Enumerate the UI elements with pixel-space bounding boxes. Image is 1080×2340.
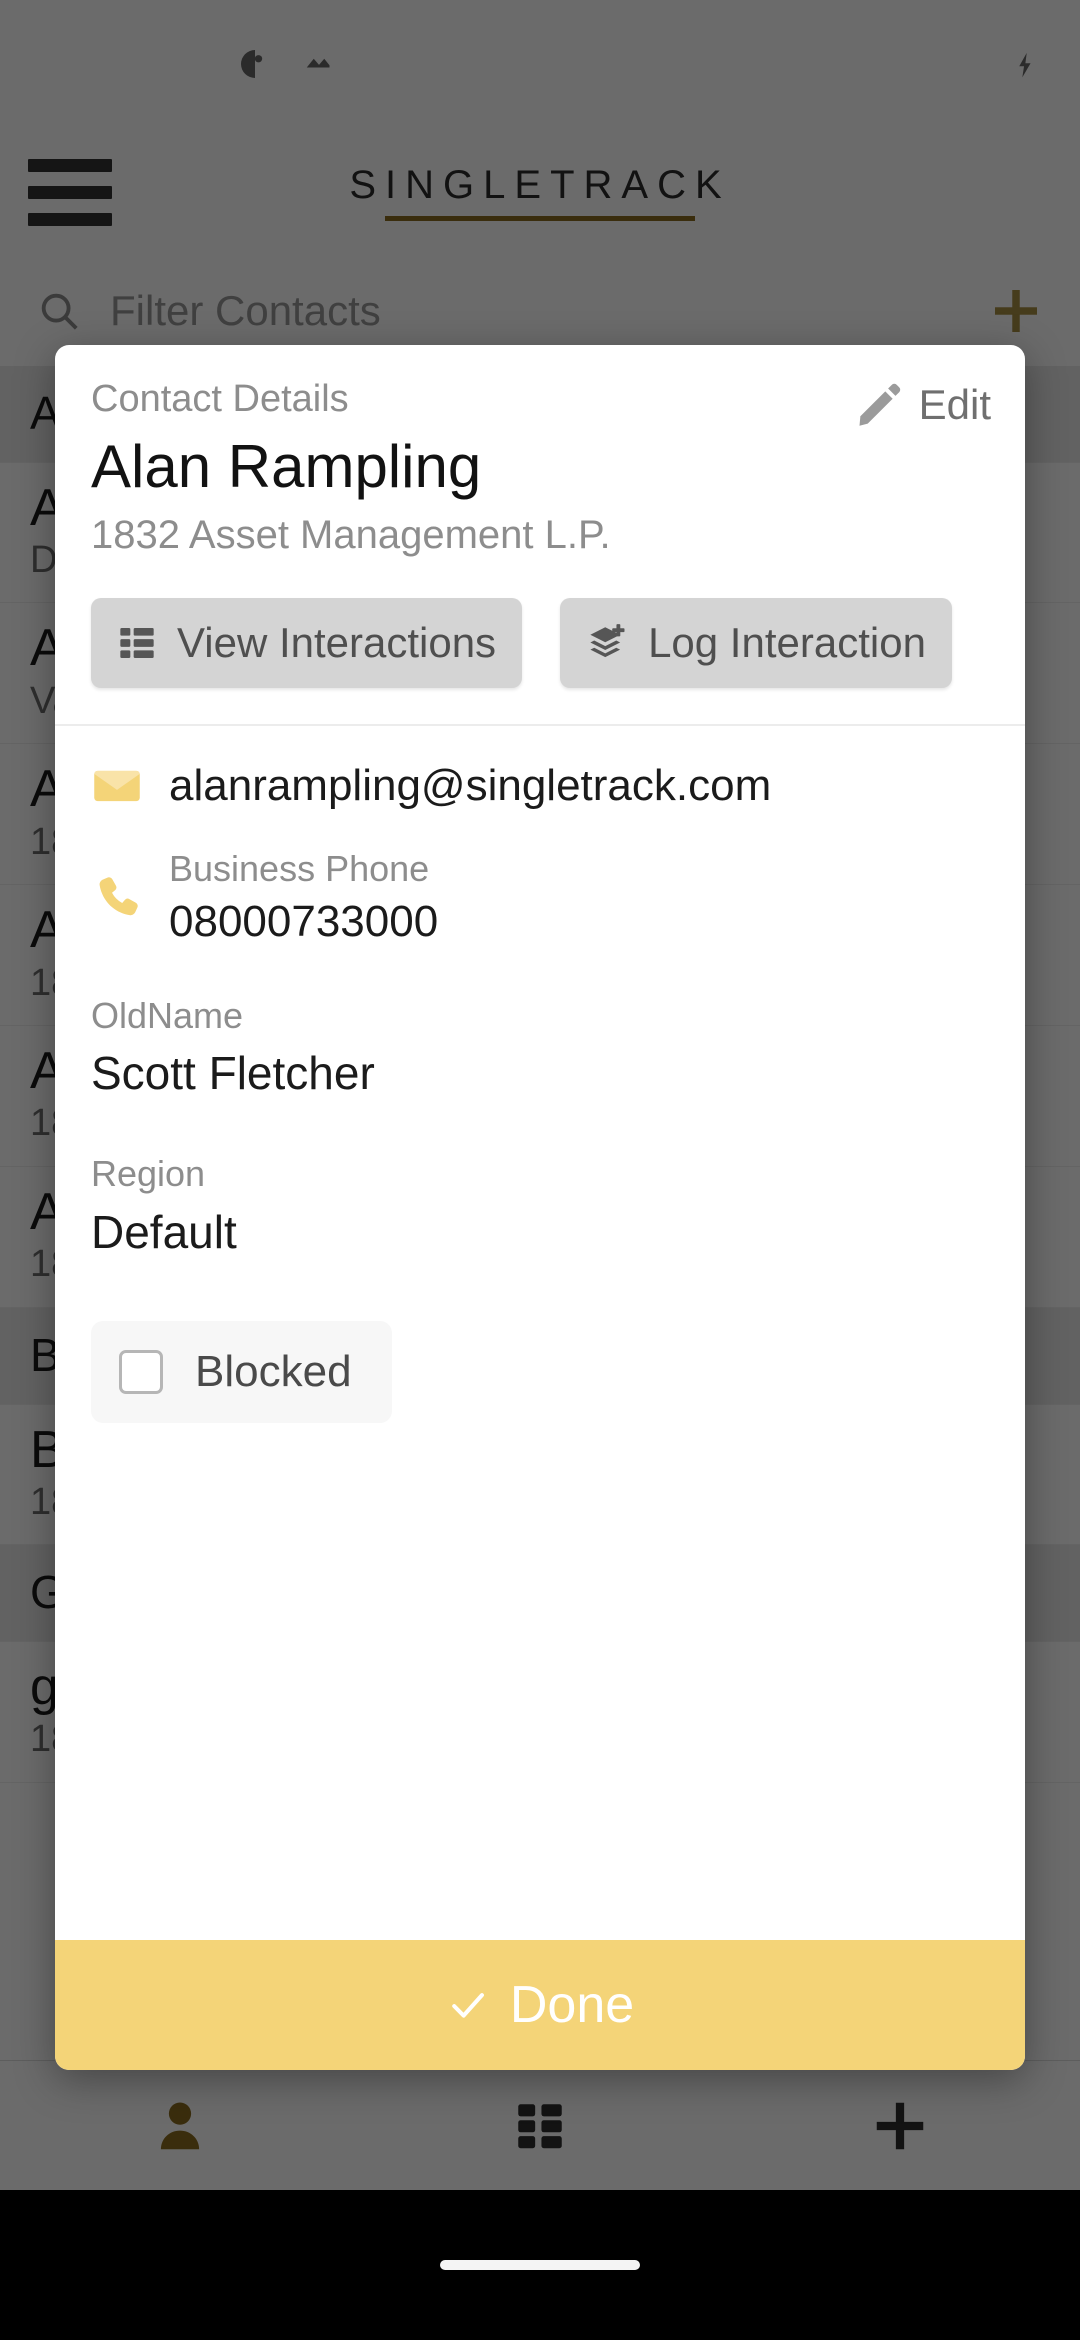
edit-label: Edit xyxy=(918,381,991,428)
blocked-checkbox-row[interactable]: Blocked xyxy=(91,1321,392,1424)
field-value: Scott Fletcher xyxy=(91,1046,375,1099)
blocked-checkbox[interactable] xyxy=(119,1350,163,1395)
dialog-body: alanrampling@singletrack.com Business Ph… xyxy=(55,726,1025,1940)
grid-icon xyxy=(120,627,154,658)
edit-button[interactable]: Edit xyxy=(853,379,991,431)
phone-screen: 15:45 xyxy=(0,0,1080,2340)
home-indicator[interactable] xyxy=(440,2260,640,2270)
log-interaction-label: Log Interaction xyxy=(648,618,926,666)
blocked-label: Blocked xyxy=(195,1347,352,1397)
pencil-icon xyxy=(859,383,900,426)
view-interactions-button[interactable]: View Interactions xyxy=(91,597,523,688)
done-button[interactable]: Done xyxy=(55,1940,1025,2070)
phone-icon xyxy=(99,876,138,915)
contact-details-dialog: Contact Details Alan Rampling 1832 Asset… xyxy=(55,345,1025,2070)
dialog-action-row: View Interactions Log Interaction xyxy=(55,560,1025,724)
log-interaction-button[interactable]: Log Interaction xyxy=(560,597,952,688)
check-icon xyxy=(452,1993,484,2018)
contact-company-subtitle: 1832 Asset Management L.P. xyxy=(91,512,611,557)
field-label: Region xyxy=(91,1153,206,1195)
email-row[interactable]: alanrampling@singletrack.com xyxy=(91,760,989,812)
contact-name-title: Alan Rampling xyxy=(91,432,482,500)
phone-label: Business Phone xyxy=(169,847,430,889)
field-value: Default xyxy=(91,1205,237,1258)
field-region: Region Default xyxy=(91,1152,989,1261)
email-value: alanrampling@singletrack.com xyxy=(169,760,772,810)
layers-add-icon xyxy=(590,623,625,657)
phone-row[interactable]: Business Phone 08000733000 xyxy=(91,846,989,950)
system-navigation-bar xyxy=(0,2190,1080,2340)
dialog-header: Contact Details Alan Rampling 1832 Asset… xyxy=(55,345,1025,560)
phone-value: 08000733000 xyxy=(169,896,439,946)
field-oldname: OldName Scott Fletcher xyxy=(91,994,989,1103)
view-interactions-label: View Interactions xyxy=(177,618,497,666)
done-label: Done xyxy=(509,1976,635,2034)
phone-stack: Business Phone 08000733000 xyxy=(169,846,438,950)
envelope-icon xyxy=(94,770,140,801)
field-label: OldName xyxy=(91,994,244,1036)
